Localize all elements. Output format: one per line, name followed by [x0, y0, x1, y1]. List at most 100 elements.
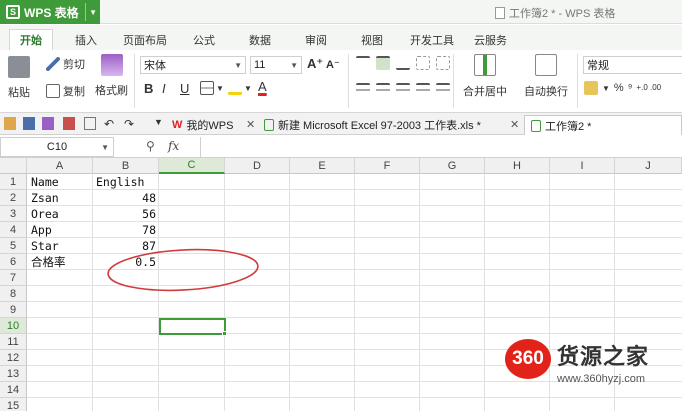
paste-button[interactable]: 粘贴 — [8, 56, 30, 100]
cell-b3[interactable]: 56 — [94, 206, 158, 222]
distributed-icon[interactable] — [436, 83, 450, 97]
app-menu-button[interactable]: S WPS 表格 ▼ — [0, 0, 100, 24]
bold-button[interactable]: B — [144, 81, 153, 96]
close-icon[interactable]: ✕ — [510, 118, 519, 131]
doc-tab-file1[interactable]: 新建 Microsoft Excel 97-2003 工作表.xls * — [264, 115, 481, 135]
cell-a4[interactable]: App — [29, 222, 92, 238]
justify-icon[interactable] — [416, 83, 430, 97]
align-top-icon[interactable] — [356, 56, 370, 70]
orientation-icon[interactable] — [416, 56, 430, 70]
tab-cloud[interactable]: 云服务 — [474, 29, 507, 50]
row-header-2[interactable]: 2 — [0, 190, 27, 206]
increase-font-button[interactable]: A⁺ — [307, 56, 323, 72]
cell-a6[interactable]: 合格率 — [29, 254, 92, 270]
divider — [348, 54, 349, 108]
comma-button[interactable]: ⁹ — [628, 82, 633, 94]
open-folder-icon[interactable] — [4, 117, 16, 130]
percent-button[interactable]: % — [614, 82, 624, 94]
row-header-10[interactable]: 10 — [0, 318, 27, 334]
col-header-j[interactable]: J — [615, 158, 682, 174]
align-bottom-icon[interactable] — [396, 56, 410, 70]
row-header-12[interactable]: 12 — [0, 350, 27, 366]
row-header-14[interactable]: 14 — [0, 382, 27, 398]
tab-page-layout[interactable]: 页面布局 — [123, 29, 167, 50]
italic-button[interactable]: I — [162, 81, 166, 96]
col-header-g[interactable]: G — [420, 158, 485, 174]
cell-a5[interactable]: Star — [29, 238, 92, 254]
format-painter-button[interactable]: 格式刷 — [95, 54, 128, 98]
export-pdf-icon[interactable] — [63, 117, 75, 130]
fill-handle[interactable] — [222, 331, 227, 336]
row-header-13[interactable]: 13 — [0, 366, 27, 382]
increase-decimal-button[interactable]: +.0 .00 — [636, 84, 661, 92]
doc-tab-file2[interactable]: 工作簿2 * — [524, 115, 682, 135]
zoom-icon[interactable]: ⚲ — [146, 139, 155, 153]
currency-icon[interactable] — [584, 81, 598, 95]
print-icon[interactable] — [42, 117, 54, 130]
col-header-f[interactable]: F — [355, 158, 420, 174]
tab-insert[interactable]: 插入 — [75, 29, 97, 50]
decrease-font-button[interactable]: A⁻ — [326, 58, 340, 71]
selected-cell-c10[interactable] — [159, 318, 227, 336]
cell-a1[interactable]: Name — [29, 174, 92, 190]
save-icon[interactable] — [23, 117, 35, 130]
cell-a3[interactable]: Orea — [29, 206, 92, 222]
align-center-icon[interactable] — [376, 83, 390, 97]
cell-b4[interactable]: 78 — [94, 222, 158, 238]
font-color-button[interactable]: A — [258, 79, 267, 94]
number-format-select[interactable]: 常规 — [583, 56, 682, 74]
row-header-11[interactable]: 11 — [0, 334, 27, 350]
col-header-d[interactable]: D — [225, 158, 290, 174]
cut-button[interactable]: 剪切 — [46, 56, 85, 72]
doc-tab-home[interactable]: W 我的WPS — [172, 115, 233, 135]
col-header-a[interactable]: A — [27, 158, 93, 174]
underline-button[interactable]: U — [180, 81, 189, 96]
brush-icon — [100, 54, 123, 76]
tab-home[interactable]: 开始 — [9, 29, 53, 50]
col-header-c[interactable]: C — [159, 158, 225, 174]
col-header-b[interactable]: B — [93, 158, 159, 174]
formula-input[interactable] — [200, 137, 682, 157]
row-header-8[interactable]: 8 — [0, 286, 27, 302]
horizontal-align-group — [356, 83, 450, 97]
row-header-5[interactable]: 5 — [0, 238, 27, 254]
col-header-e[interactable]: E — [290, 158, 355, 174]
copy-button[interactable]: 复制 — [46, 83, 85, 99]
tab-formulas[interactable]: 公式 — [193, 29, 215, 50]
tab-data[interactable]: 数据 — [249, 29, 271, 50]
col-header-h[interactable]: H — [485, 158, 550, 174]
indent-icon[interactable] — [436, 56, 450, 70]
row-header-4[interactable]: 4 — [0, 222, 27, 238]
close-icon[interactable]: ✕ — [246, 118, 255, 131]
name-box[interactable]: C10 ▼ — [0, 137, 114, 157]
row-header-6[interactable]: 6 — [0, 254, 27, 270]
cell-b1[interactable]: English — [94, 174, 158, 190]
border-button[interactable]: ▼ — [200, 81, 224, 95]
align-middle-icon[interactable] — [376, 56, 390, 70]
select-all-corner[interactable] — [0, 158, 27, 174]
align-right-icon[interactable] — [396, 83, 410, 97]
fill-color-button[interactable]: ▼ — [228, 81, 252, 95]
undo-icon[interactable]: ↶ — [104, 117, 116, 131]
merge-center-button[interactable]: 合并居中 — [463, 54, 507, 99]
print-preview-icon[interactable] — [84, 117, 96, 130]
row-header-3[interactable]: 3 — [0, 206, 27, 222]
tab-developer[interactable]: 开发工具 — [410, 29, 454, 50]
cell-a2[interactable]: Zsan — [29, 190, 92, 206]
chevron-down-icon: ▼ — [89, 8, 97, 17]
fx-icon[interactable]: fx — [168, 139, 179, 153]
row-header-7[interactable]: 7 — [0, 270, 27, 286]
redo-icon[interactable]: ↷ — [124, 117, 136, 131]
row-header-9[interactable]: 9 — [0, 302, 27, 318]
row-header-15[interactable]: 15 — [0, 398, 27, 411]
cell-b2[interactable]: 48 — [94, 190, 158, 206]
font-size-select[interactable]: 11 ▼ — [250, 56, 302, 74]
font-name-select[interactable]: 宋体 ▼ — [140, 56, 246, 74]
chevron-down-icon[interactable]: ▼ — [154, 117, 166, 130]
tab-review[interactable]: 审阅 — [305, 29, 327, 50]
wrap-text-button[interactable]: 自动换行 — [524, 54, 568, 99]
tab-view[interactable]: 视图 — [361, 29, 383, 50]
align-left-icon[interactable] — [356, 83, 370, 97]
col-header-i[interactable]: I — [550, 158, 615, 174]
row-header-1[interactable]: 1 — [0, 174, 27, 190]
